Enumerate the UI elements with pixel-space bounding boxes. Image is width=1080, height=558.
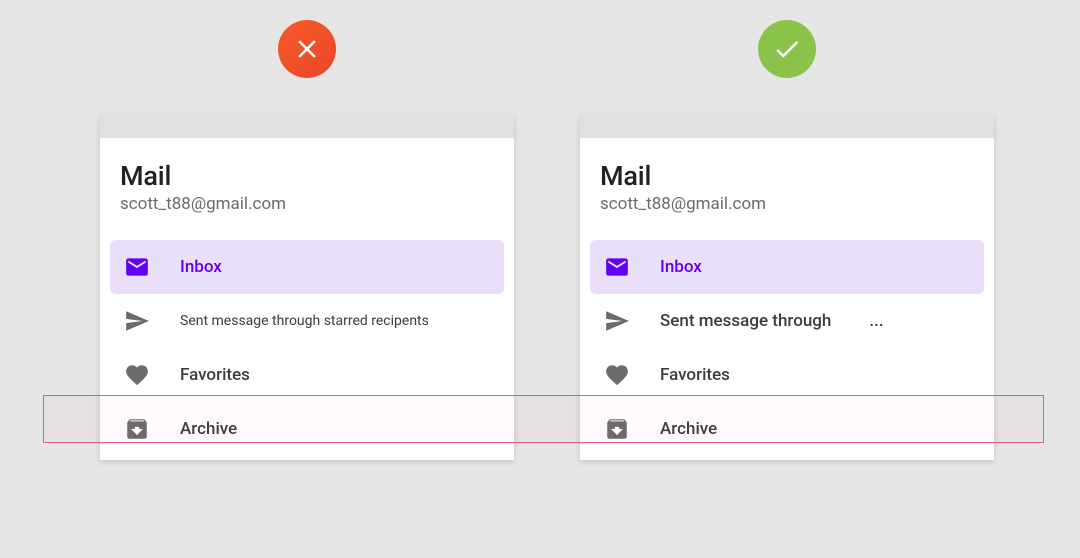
nav-item-label: Inbox [660,257,702,277]
archive-icon [124,416,150,442]
nav-item-label: Sent message through starred recipents [180,313,429,329]
nav-item-favorites[interactable]: Favorites [590,348,984,402]
nav-item-label: Archive [660,419,717,439]
card-do: Mail scott_t88@gmail.com Inbox Sent mess… [580,114,994,460]
nav-item-archive[interactable]: Archive [110,402,504,456]
nav-list: Inbox Sent message through ... Favorites… [580,232,994,456]
nav-item-label: Sent message through [660,311,831,331]
card-dont: Mail scott_t88@gmail.com Inbox Sent mess… [100,114,514,460]
nav-item-label: Favorites [180,365,250,385]
nav-item-label: Archive [180,419,237,439]
badge-do [758,20,816,78]
nav-item-sent[interactable]: Sent message through starred recipents [110,294,504,348]
send-icon [124,308,150,334]
cross-icon [292,34,322,64]
drawer-header: Mail scott_t88@gmail.com [100,138,514,232]
panel-do: Mail scott_t88@gmail.com Inbox Sent mess… [580,20,994,460]
nav-item-archive[interactable]: Archive [590,402,984,456]
nav-item-inbox[interactable]: Inbox [110,240,504,294]
badge-dont [278,20,336,78]
nav-item-label: Inbox [180,257,222,277]
account-email: scott_t88@gmail.com [120,194,494,214]
drawer-header: Mail scott_t88@gmail.com [580,138,994,232]
mail-icon [124,254,150,280]
panel-dont: Mail scott_t88@gmail.com Inbox Sent mess… [100,20,514,460]
heart-icon [124,362,150,388]
nav-item-label: Favorites [660,365,730,385]
statusbar [580,114,994,138]
send-icon [604,308,630,334]
heart-icon [604,362,630,388]
archive-icon [604,416,630,442]
account-email: scott_t88@gmail.com [600,194,974,214]
check-icon [772,34,802,64]
ellipsis-icon: ... [869,311,883,331]
app-title: Mail [120,160,494,192]
nav-list: Inbox Sent message through starred recip… [100,232,514,456]
nav-item-sent[interactable]: Sent message through ... [590,294,984,348]
app-title: Mail [600,160,974,192]
nav-item-favorites[interactable]: Favorites [110,348,504,402]
nav-item-inbox[interactable]: Inbox [590,240,984,294]
mail-icon [604,254,630,280]
statusbar [100,114,514,138]
